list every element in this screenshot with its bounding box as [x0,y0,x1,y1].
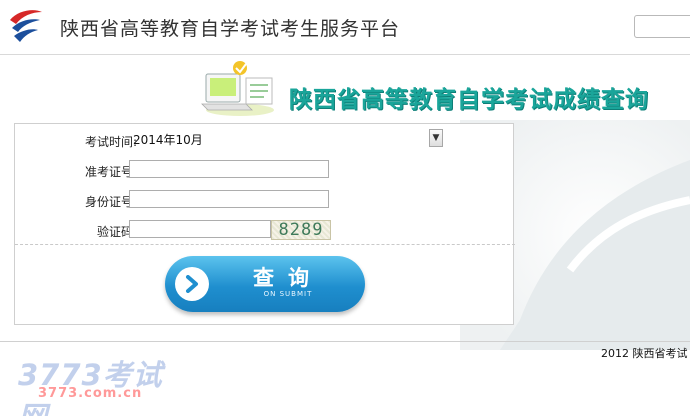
site-title: 陕西省高等教育自学考试考生服务平台 [60,18,401,40]
header-search-input[interactable] [634,15,690,38]
header: 陕西省高等教育自学考试考生服务平台 [0,0,690,55]
query-form: 考试时间: 2014年10月 ▼ 准考证号: 身份证号: 验证码: 8289 查… [14,123,515,325]
exam-time-select[interactable]: 2014年10月 ▼ [129,129,443,149]
captcha-row: 验证码: [15,220,515,242]
divider [15,244,515,245]
admission-number-input[interactable] [129,160,329,178]
arrow-right-icon [175,267,209,301]
watermark-sub: 3773.com.cn [38,386,143,401]
id-number-input[interactable] [129,190,329,208]
captcha-image[interactable]: 8289 [271,220,331,240]
exam-time-row: 考试时间: 2014年10月 ▼ [15,129,515,152]
query-button-label: 查询 [253,266,323,290]
id-row: 身份证号: [15,190,515,212]
captcha-input[interactable] [129,220,271,238]
site-logo [10,10,42,42]
copyright: 2012 陕西省考试 [601,347,688,360]
admission-row: 准考证号: [15,160,515,182]
query-button-sublabel: ON SUBMIT [263,290,313,298]
laptop-icon [201,61,274,116]
chevron-down-icon[interactable]: ▼ [429,129,443,147]
footer-divider [0,341,690,342]
query-submit-button[interactable]: 查询 ON SUBMIT [165,256,365,312]
watermark: 3773考试网 3773.com.cn [18,352,188,416]
exam-time-value: 2014年10月 [133,133,203,147]
banner-title: 陕西省高等教育自学考试成绩查询 [289,87,649,113]
watermark-main: 3773考试网 [18,358,163,416]
